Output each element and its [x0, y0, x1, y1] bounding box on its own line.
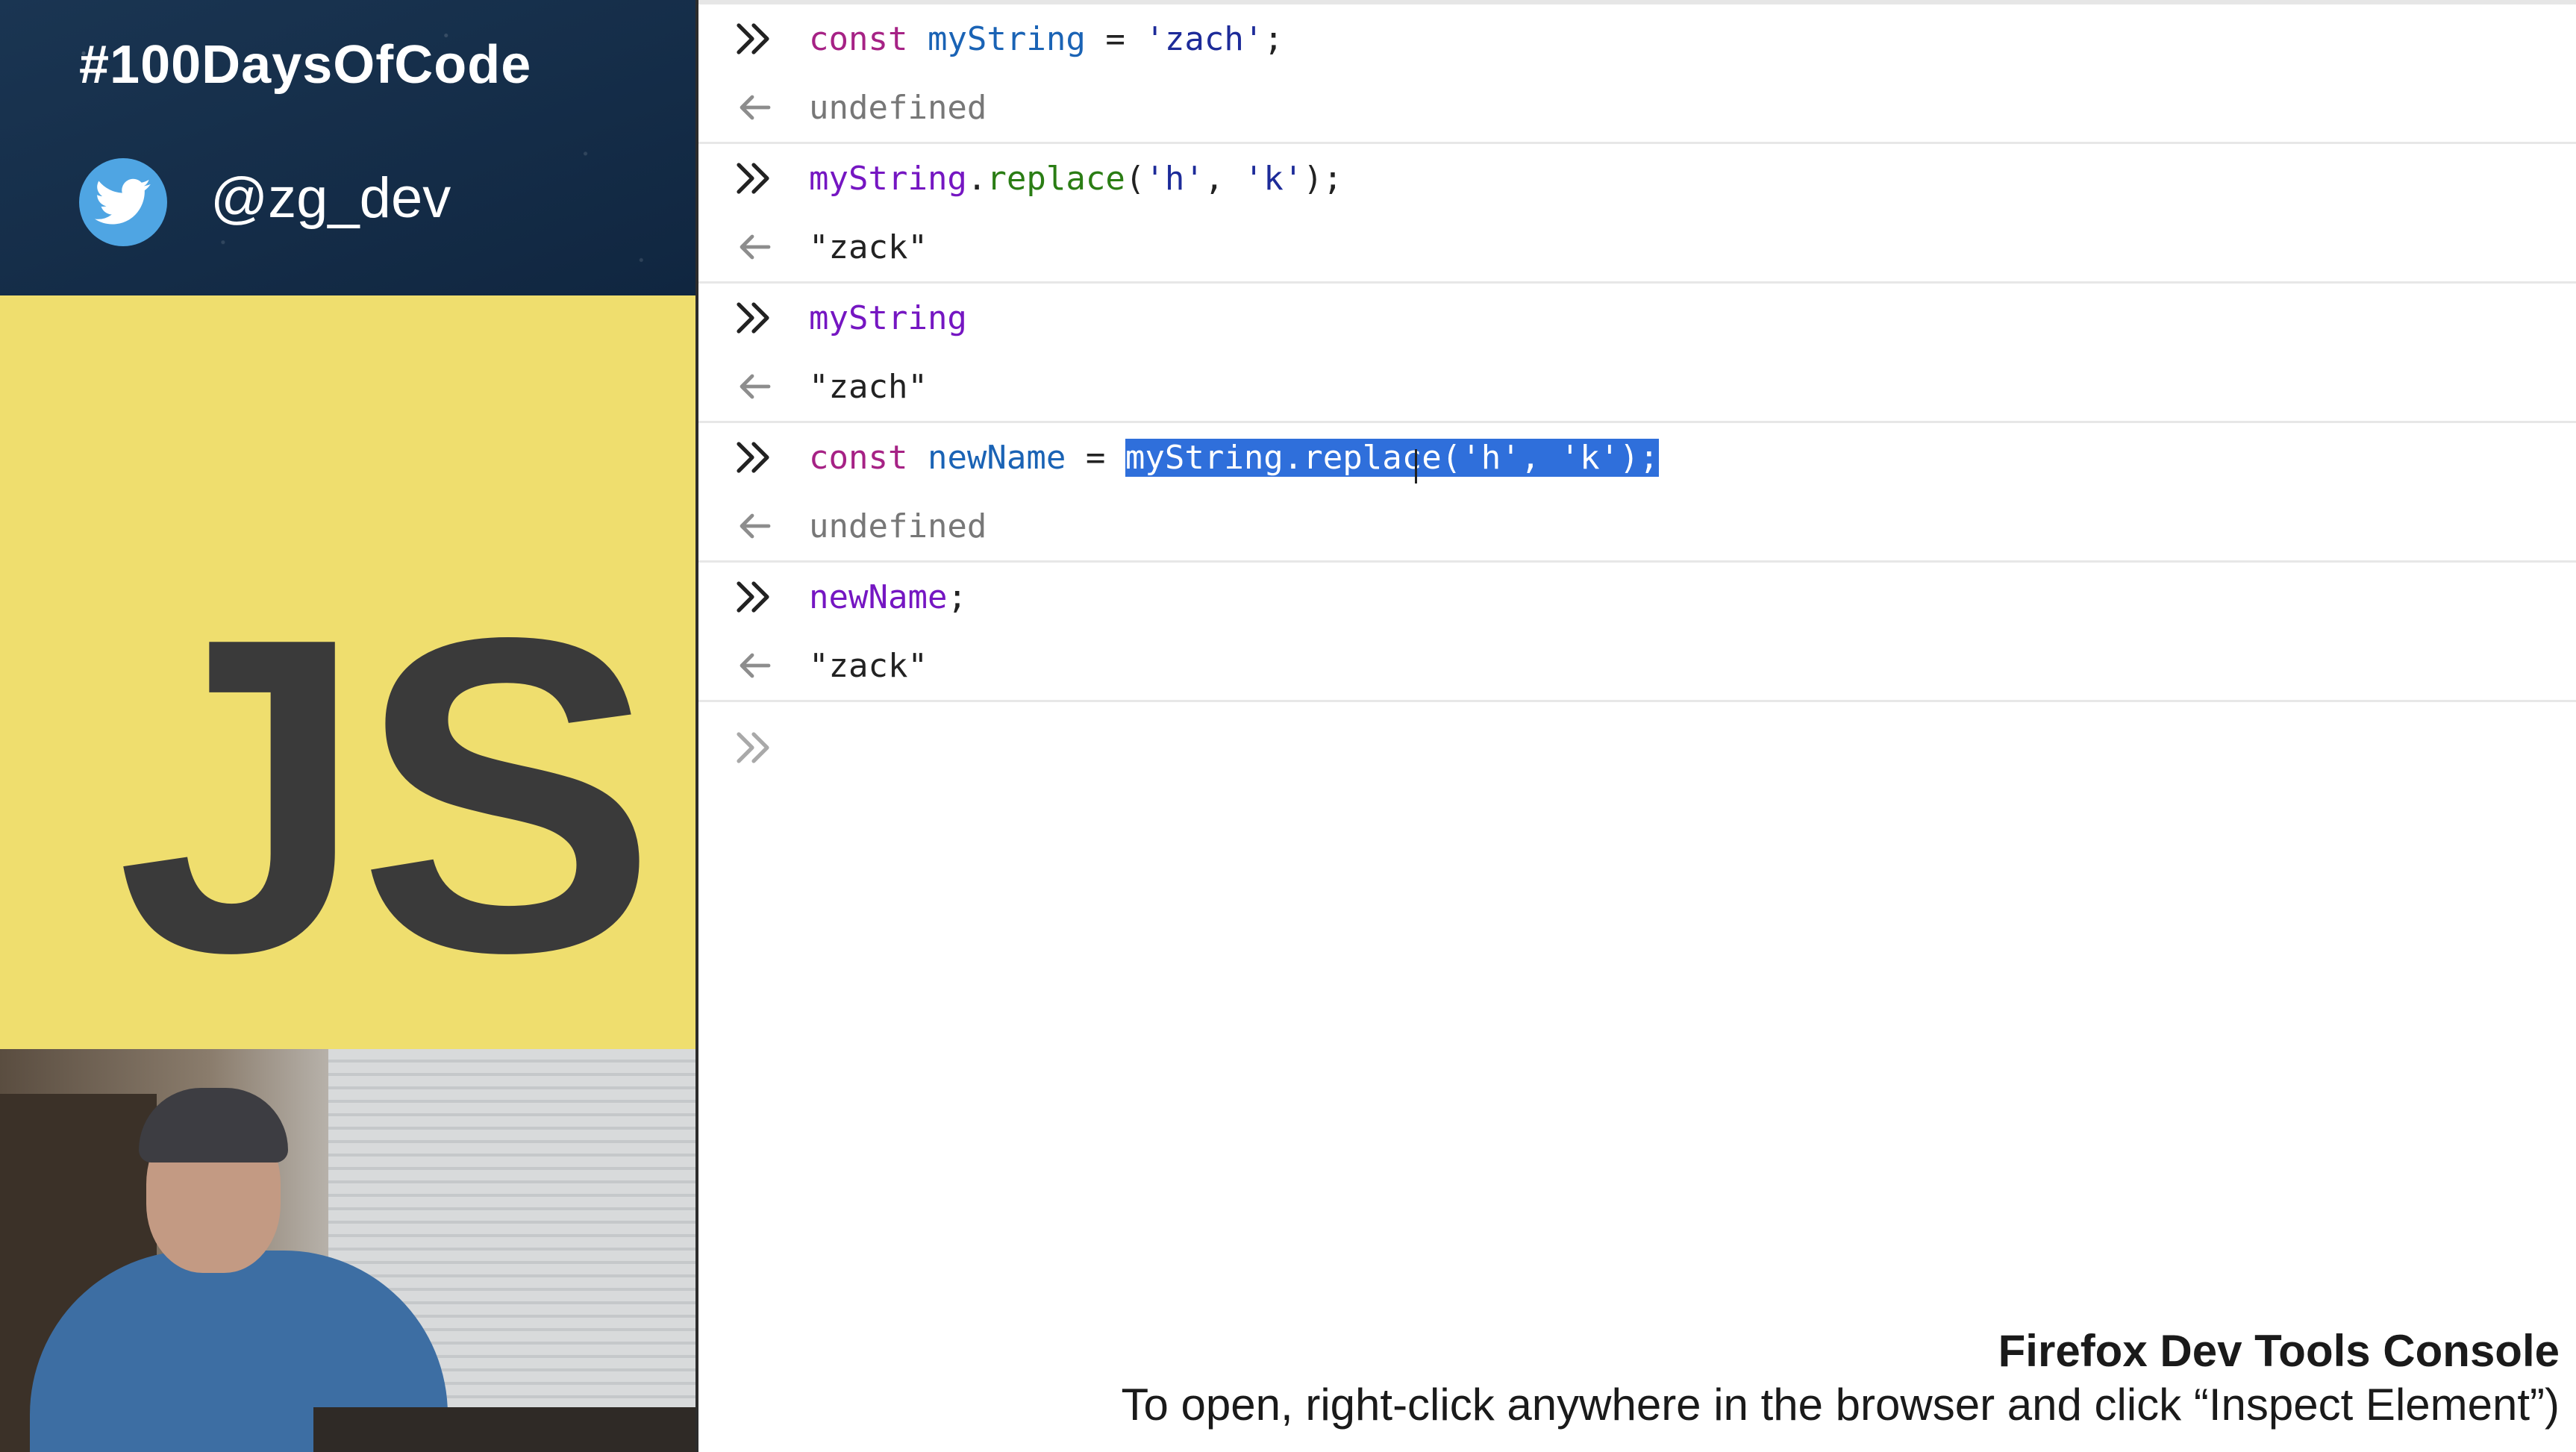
- arrow-left-icon: [740, 653, 771, 678]
- console-input-code[interactable]: myString: [809, 299, 967, 337]
- double-chevron-right-icon: [737, 302, 769, 334]
- console-input-code[interactable]: newName;: [809, 578, 967, 616]
- console-output-value: "zack": [809, 646, 928, 685]
- console-entry: const myString = 'zach'; undefined: [698, 4, 2576, 144]
- console-entry: const newName = myString.replace('h', 'k…: [698, 423, 2576, 563]
- console-entry: myString.replace('h', 'k'); "zack": [698, 144, 2576, 284]
- twitter-handle: @zg_dev: [210, 166, 451, 230]
- arrow-left-icon: [740, 234, 771, 260]
- console-input-line[interactable]: const newName = myString.replace('h', 'k…: [698, 423, 2576, 492]
- code-token: );: [1303, 159, 1343, 198]
- twitter-bird-icon: [79, 158, 167, 246]
- console-input-line[interactable]: const myString = 'zach';: [698, 4, 2576, 73]
- js-logo: JS: [116, 545, 657, 1045]
- console-output-line: "zach": [698, 352, 2576, 421]
- code-token: .: [966, 159, 987, 198]
- code-token: myString: [809, 159, 967, 198]
- console-entry: newName; "zack": [698, 563, 2576, 702]
- double-chevron-right-icon: [737, 23, 769, 54]
- console-input-line[interactable]: myString.replace('h', 'k');: [698, 144, 2576, 213]
- hashtag-title: #100DaysOfCode: [79, 35, 532, 95]
- console-output-line: undefined: [698, 73, 2576, 142]
- console-output-line: "zack": [698, 631, 2576, 700]
- webcam-feed: [0, 1049, 697, 1452]
- code-token: newName: [927, 438, 1066, 477]
- console-entry: myString "zach": [698, 284, 2576, 423]
- social-banner: #100DaysOfCode @zg_dev: [0, 0, 697, 295]
- console-input-line[interactable]: newName;: [698, 563, 2576, 631]
- double-chevron-right-icon: [737, 442, 769, 473]
- console-input-code[interactable]: const newName = myString.replace('h', 'k…: [809, 438, 1660, 477]
- left-column: #100DaysOfCode @zg_dev JS: [0, 0, 697, 1452]
- double-chevron-right-icon: [737, 163, 769, 194]
- code-token: 'h': [1145, 159, 1204, 198]
- text-cursor: [1415, 449, 1417, 484]
- caption-text: To open, right-click anywhere in the bro…: [1121, 1380, 2560, 1430]
- code-token: 'k': [1243, 159, 1304, 198]
- code-token: =: [1085, 19, 1145, 58]
- devtools-console[interactable]: const myString = 'zach'; undefined myStrin…: [698, 0, 2576, 763]
- code-token: replace: [987, 159, 1125, 198]
- double-chevron-right-icon: [737, 732, 769, 763]
- js-logo-panel: JS: [0, 295, 697, 1049]
- double-chevron-right-icon: [737, 581, 769, 613]
- presenter-cap: [139, 1088, 288, 1162]
- code-token: const: [809, 438, 908, 477]
- code-token: const: [809, 19, 908, 58]
- code-token: =: [1066, 438, 1125, 477]
- console-output-value: undefined: [809, 88, 987, 127]
- console-output-value: undefined: [809, 507, 987, 545]
- console-output-line: "zack": [698, 213, 2576, 281]
- code-token: ,: [1204, 159, 1244, 198]
- code-token: myString: [927, 19, 1086, 58]
- console-input-line[interactable]: myString: [698, 284, 2576, 352]
- console-output-value: "zack": [809, 228, 928, 266]
- console-prompt[interactable]: [698, 702, 2576, 792]
- code-token: newName: [809, 578, 948, 616]
- caption-title: Firefox Dev Tools Console: [1998, 1326, 2560, 1376]
- console-input-code[interactable]: myString.replace('h', 'k');: [809, 160, 1342, 198]
- webcam-desk: [313, 1407, 697, 1452]
- selected-code: myString.replace('h', 'k');: [1125, 438, 1660, 477]
- code-token: 'zach': [1145, 19, 1264, 58]
- arrow-left-icon: [740, 95, 771, 120]
- console-output-line: undefined: [698, 492, 2576, 560]
- arrow-left-icon: [740, 374, 771, 399]
- console-input-code[interactable]: const myString = 'zach';: [809, 20, 1284, 58]
- console-entries: const myString = 'zach'; undefined myStrin…: [698, 4, 2576, 702]
- console-output-value: "zach": [809, 367, 928, 406]
- arrow-left-icon: [740, 513, 771, 539]
- code-token: ;: [1263, 19, 1284, 58]
- code-token: (: [1125, 159, 1145, 198]
- code-token: myString: [809, 298, 967, 337]
- code-token: ;: [947, 578, 967, 616]
